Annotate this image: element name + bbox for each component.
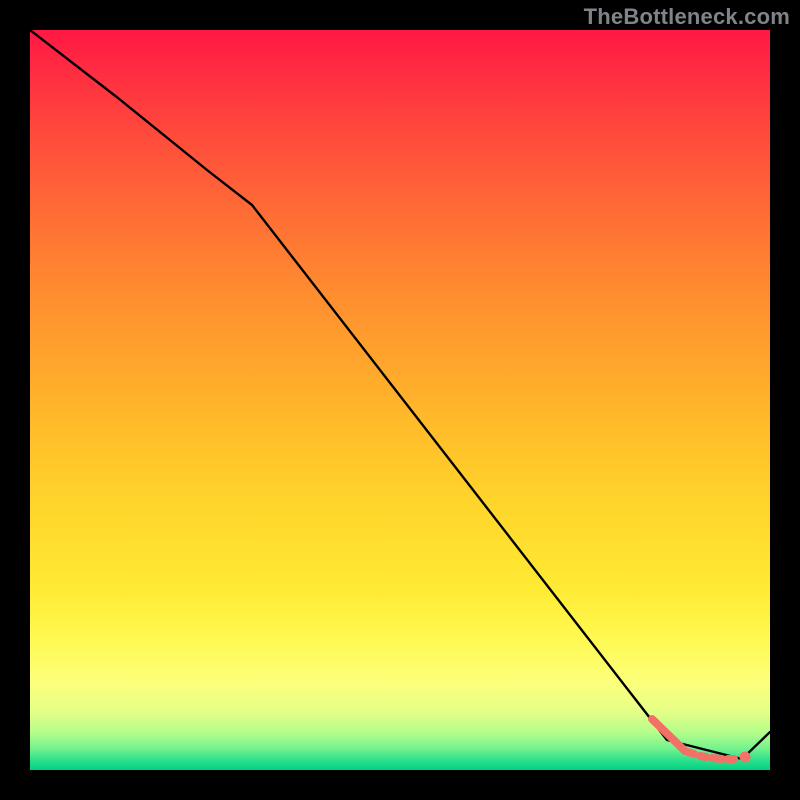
main-curve xyxy=(30,30,770,759)
chart-stage: TheBottleneck.com xyxy=(0,0,800,800)
highlight-dashed-segment xyxy=(688,752,734,759)
watermark-text: TheBottleneck.com xyxy=(584,4,790,30)
highlight-solid-segment xyxy=(652,719,685,751)
plot-area xyxy=(30,30,770,770)
highlight-end-point xyxy=(740,752,751,763)
chart-svg xyxy=(30,30,770,770)
